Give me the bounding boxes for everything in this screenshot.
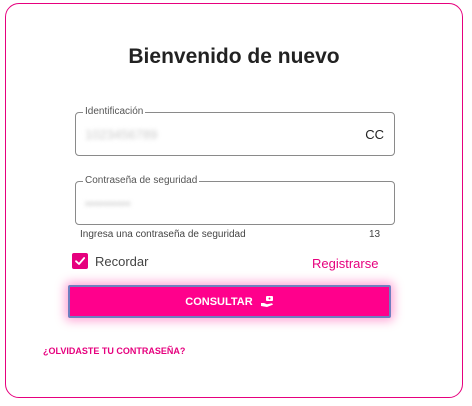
remember-checkbox[interactable] (72, 253, 88, 269)
password-value[interactable]: •••••••••• (85, 196, 131, 211)
password-char-counter: 13 (369, 229, 381, 240)
checkmark-icon (75, 257, 86, 265)
forgot-password-link[interactable]: ¿OLVIDASTE TU CONTRASEÑA? (43, 346, 185, 356)
password-label: Contraseña de seguridad (83, 175, 200, 187)
password-field[interactable]: Contraseña de seguridad •••••••••• (75, 175, 395, 225)
hand-money-icon (260, 296, 273, 307)
identification-value[interactable]: 1023456789 (85, 127, 157, 142)
identification-field[interactable]: Identificación 1023456789 CC (75, 106, 395, 156)
remember-label[interactable]: Recordar (95, 254, 148, 269)
password-helper-text: Ingresa una contraseña de seguridad (80, 229, 246, 240)
login-card: Bienvenido de nuevo Identificación 10234… (5, 3, 463, 398)
register-link[interactable]: Registrarse (312, 256, 378, 271)
document-type-label[interactable]: CC (365, 127, 384, 142)
consultar-button[interactable]: CONSULTAR (68, 285, 391, 318)
page-title: Bienvenido de nuevo (128, 45, 340, 68)
consultar-button-label: CONSULTAR (185, 295, 253, 308)
identification-label: Identificación (83, 106, 146, 118)
